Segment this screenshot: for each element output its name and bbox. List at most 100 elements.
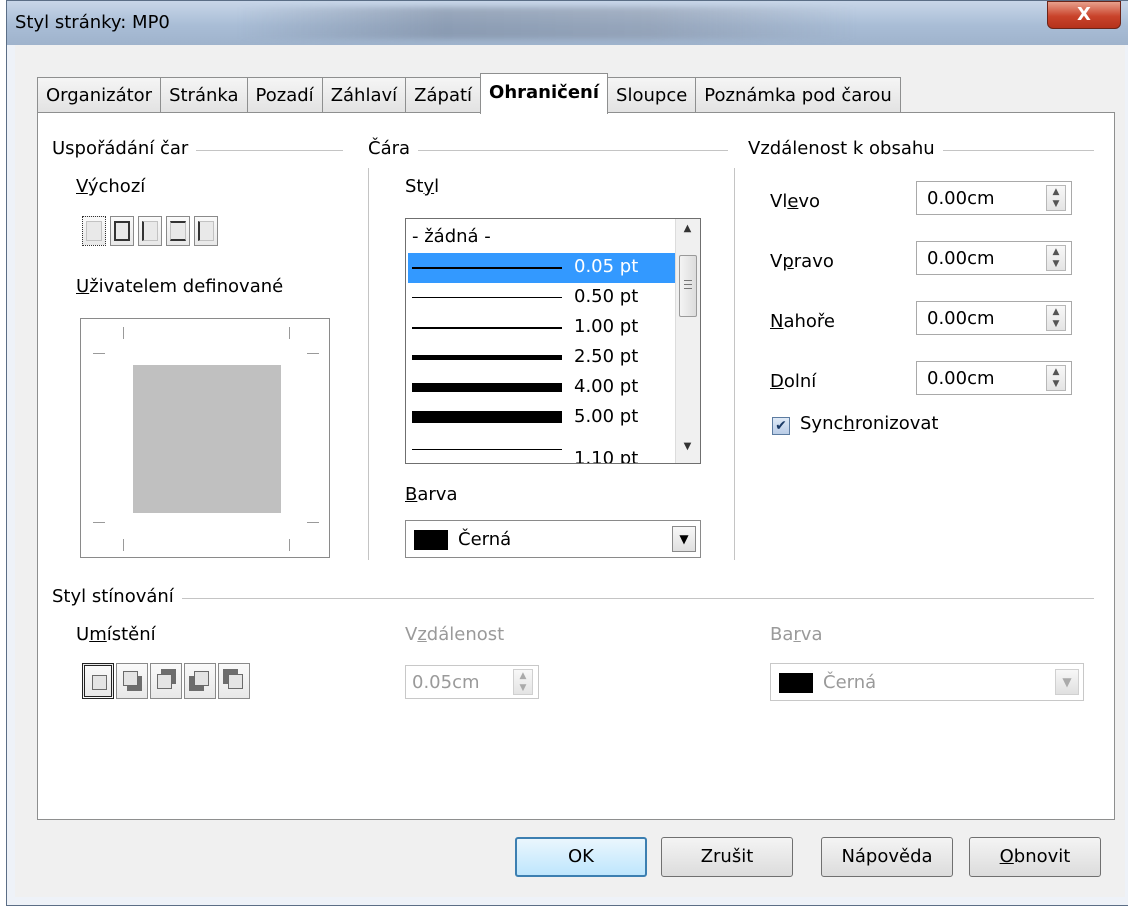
spin-arrows-icon[interactable]: ▲ ▼ — [1046, 365, 1066, 391]
spin-arrows-icon[interactable]: ▲ ▼ — [1046, 185, 1066, 211]
preset-box-button[interactable] — [110, 216, 134, 246]
section-divider — [368, 168, 369, 560]
tab-footnote[interactable]: Poznámka pod čarou — [695, 77, 901, 113]
spacing-top-label: Nahoře — [770, 311, 835, 332]
preset-top-bottom-button[interactable] — [166, 216, 190, 246]
list-item[interactable]: 1.00 pt — [408, 313, 676, 343]
line-style-listbox[interactable]: - žádná - 0.05 pt 0.50 pt 1.00 pt 2.50 p… — [405, 218, 701, 464]
chevron-down-icon[interactable]: ▼ — [672, 526, 696, 552]
spacing-bottom-field[interactable]: 0.00cm ▲ ▼ — [916, 361, 1072, 395]
corner-mark — [289, 327, 290, 339]
reset-button[interactable]: Obnovit — [969, 837, 1101, 877]
synchronize-checkbox[interactable]: ✔ — [772, 417, 790, 435]
tab-columns[interactable]: Sloupce — [607, 77, 697, 113]
corner-mark — [289, 539, 290, 551]
color-swatch — [414, 530, 448, 550]
user-defined-border-preview[interactable] — [80, 318, 330, 558]
corner-mark — [123, 327, 124, 339]
shadow-top-right-button[interactable] — [150, 663, 182, 699]
line-sample — [412, 327, 562, 329]
spin-arrows-icon[interactable]: ▲ ▼ — [1046, 305, 1066, 331]
corner-mark — [123, 539, 124, 551]
shadow-distance-field[interactable]: 0.05cm ▲ ▼ — [405, 665, 539, 699]
page-style-dialog: Styl stránky: MP0 X Organizátor Stránka … — [6, 0, 1128, 906]
line-sample — [412, 355, 562, 360]
close-icon: X — [1077, 4, 1091, 25]
spacing-bottom-label: Dolní — [770, 371, 817, 392]
window-title: Styl stránky: MP0 — [15, 12, 170, 33]
line-title: Čára — [368, 138, 419, 159]
shadow-color-select[interactable]: Černá ▼ — [770, 663, 1084, 701]
corner-mark — [307, 353, 319, 354]
line-sample — [412, 449, 562, 450]
style-label: Styl — [405, 176, 440, 197]
grip-line — [684, 280, 692, 281]
shadow-top-left-button[interactable] — [218, 663, 250, 699]
line-sample — [412, 411, 562, 423]
spin-arrows-icon[interactable]: ▲ ▼ — [1046, 245, 1066, 271]
line-color-select[interactable]: Černá ▼ — [405, 520, 701, 558]
user-defined-label: Uživatelem definované — [76, 276, 284, 297]
dialog-client: Organizátor Stránka Pozadí Záhlaví Zápat… — [15, 45, 1125, 897]
preset-box-inner-button[interactable] — [138, 216, 162, 246]
synchronize-label[interactable]: Synchronizovat — [800, 413, 938, 434]
shadow-bottom-right-icon — [123, 671, 138, 686]
cancel-button[interactable]: Zrušit — [661, 837, 793, 877]
grip-line — [684, 288, 692, 289]
shadow-bottom-left-icon — [194, 671, 209, 686]
list-item[interactable]: 5.00 pt — [408, 403, 676, 433]
spacing-left-label: Vlevo — [770, 191, 821, 212]
spacing-top-field[interactable]: 0.00cm ▲ ▼ — [916, 301, 1072, 335]
list-item[interactable]: 1.10 pt — [408, 433, 676, 463]
scroll-down-icon[interactable]: ▼ — [676, 441, 699, 452]
corner-mark — [307, 522, 319, 523]
chevron-down-icon[interactable]: ▼ — [1055, 669, 1079, 695]
blurred-background — [237, 7, 857, 39]
section-rule — [52, 598, 1094, 599]
ok-button[interactable]: OK — [515, 837, 647, 877]
list-item[interactable]: 4.00 pt — [408, 373, 676, 403]
line-arrangement-title: Uspořádání čar — [52, 138, 197, 159]
section-rule — [368, 150, 728, 151]
spacing-left-field[interactable]: 0.00cm ▲ ▼ — [916, 181, 1072, 215]
preset-left-button[interactable] — [194, 216, 218, 246]
spacing-right-label: Vpravo — [770, 251, 834, 272]
shadow-bottom-right-button[interactable] — [116, 663, 148, 699]
listbox-scrollbar[interactable]: ▲ ▼ — [675, 219, 700, 463]
default-label: Výchozí — [76, 176, 146, 197]
shadow-style-title: Styl stínování — [52, 586, 182, 607]
tab-header[interactable]: Záhlaví — [321, 77, 407, 113]
shadow-top-left-icon — [228, 674, 243, 689]
tab-organizer[interactable]: Organizátor — [37, 77, 162, 113]
spacing-right-field[interactable]: 0.00cm ▲ ▼ — [916, 241, 1072, 275]
shadow-bottom-left-button[interactable] — [184, 663, 216, 699]
scrollbar-thumb[interactable] — [679, 255, 697, 317]
borders-tab-page: Uspořádání čar Výchozí Uživatelem defino… — [37, 112, 1115, 820]
list-item[interactable]: 2.50 pt — [408, 343, 676, 373]
title-bar[interactable]: Styl stránky: MP0 X — [7, 1, 1128, 45]
list-item-selected[interactable]: 0.05 pt — [408, 253, 676, 283]
shadow-none-button[interactable] — [82, 663, 114, 699]
shadow-distance-label: Vzdálenost — [405, 624, 505, 645]
spacing-title: Vzdálenost k obsahu — [748, 138, 943, 159]
section-divider — [734, 168, 735, 560]
tab-footer[interactable]: Zápatí — [405, 77, 482, 113]
line-color-label: Barva — [405, 484, 458, 505]
help-button[interactable]: Nápověda — [821, 837, 953, 877]
list-item[interactable]: - žádná - — [408, 223, 676, 253]
tab-page[interactable]: Stránka — [160, 77, 248, 113]
close-button[interactable]: X — [1047, 1, 1121, 29]
preview-page-area — [133, 365, 281, 513]
preset-box-icon — [114, 221, 130, 241]
shadow-top-right-icon — [157, 674, 172, 689]
shadow-color-label: Barva — [770, 624, 823, 645]
preset-none-button[interactable] — [82, 216, 106, 246]
spin-arrows-icon[interactable]: ▲ ▼ — [513, 669, 533, 695]
preset-none-icon — [86, 221, 102, 241]
tab-borders[interactable]: Ohraničení — [480, 73, 609, 114]
scroll-up-icon[interactable]: ▲ — [676, 223, 699, 234]
tab-bar: Organizátor Stránka Pozadí Záhlaví Zápat… — [37, 73, 901, 114]
list-item[interactable]: 0.50 pt — [408, 283, 676, 313]
corner-mark — [93, 522, 105, 523]
tab-background[interactable]: Pozadí — [246, 77, 323, 113]
